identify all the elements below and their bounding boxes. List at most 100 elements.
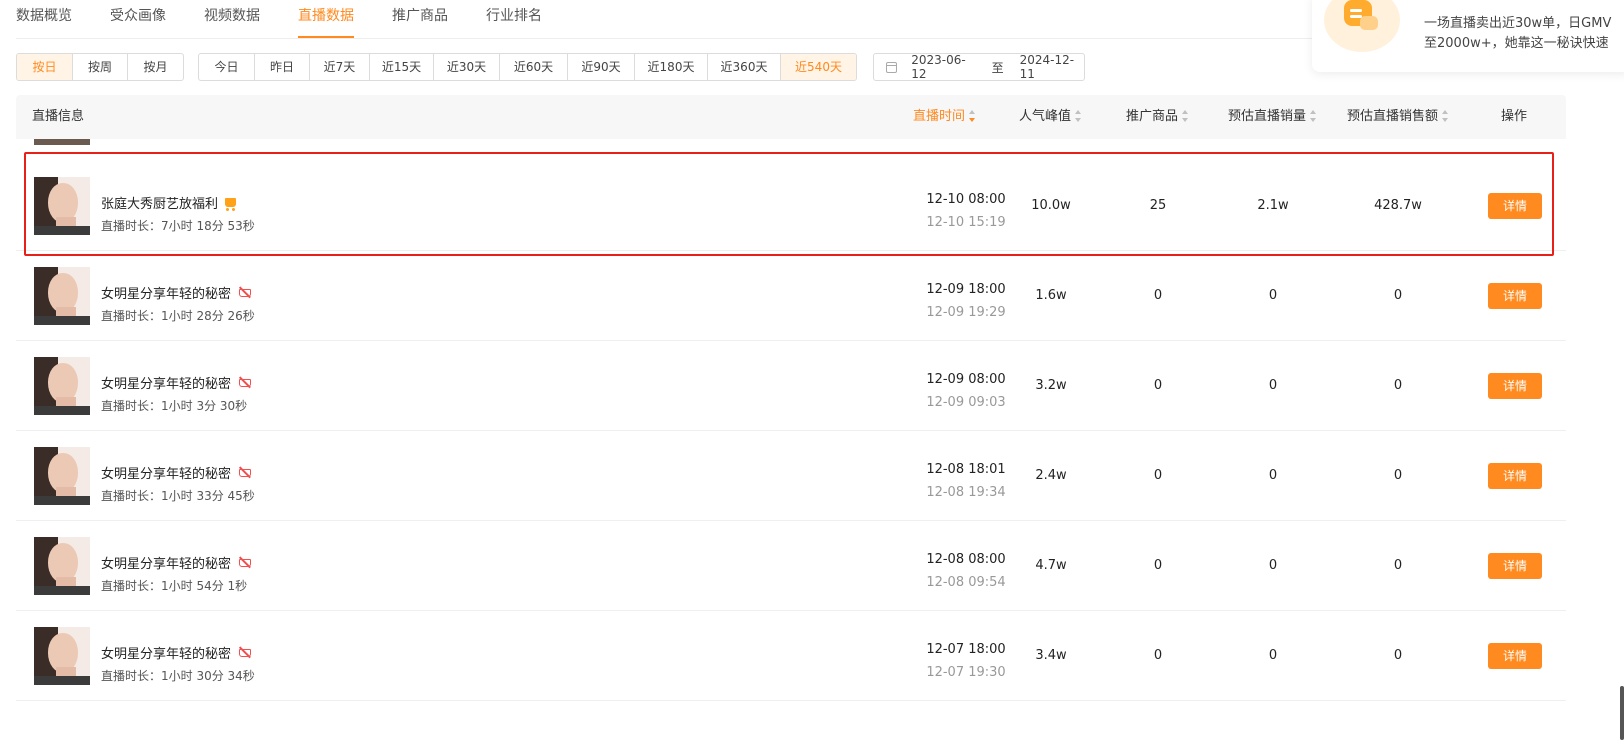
est-sales-volume-value: 0: [1268, 288, 1278, 303]
thumbnail-caption: [34, 586, 90, 595]
est-sales-volume-value: 0: [1268, 378, 1278, 393]
scrollbar[interactable]: [1620, 686, 1624, 740]
live-title[interactable]: 女明星分享年轻的秘密: [101, 283, 231, 302]
live-cover-thumbnail[interactable]: [34, 357, 90, 415]
live-cover-thumbnail[interactable]: [34, 537, 90, 595]
live-cover-thumbnail[interactable]: [34, 627, 90, 685]
detail-button[interactable]: 详情: [1488, 463, 1542, 489]
column-live-time[interactable]: 直播时间: [913, 95, 976, 139]
peak-popularity-value: 2.4w: [1035, 468, 1067, 483]
live-cover-thumbnail[interactable]: [34, 447, 90, 505]
live-duration: 直播时长：1小时 54分 1秒: [101, 579, 248, 593]
live-title[interactable]: 张庭大秀厨艺放福利: [101, 193, 218, 212]
thumbnail-caption: [34, 316, 90, 325]
est-sales-volume-value: 0: [1268, 558, 1278, 573]
promoted-products-value: 0: [1153, 378, 1163, 393]
detail-button[interactable]: 详情: [1488, 553, 1542, 579]
range-selector: 今日 昨日 近7天 近15天 近30天 近60天 近90天 近180天 近360…: [198, 53, 857, 81]
sort-icon[interactable]: [969, 109, 976, 122]
column-action: 操作: [1501, 109, 1528, 124]
live-title-line: 女明星分享年轻的秘密: [101, 463, 252, 482]
promoted-products-value: 0: [1153, 468, 1163, 483]
no-cart-icon: [238, 556, 252, 569]
range-30d-button[interactable]: 近30天: [434, 54, 500, 80]
tab-live-data[interactable]: 直播数据: [298, 0, 354, 38]
range-yesterday-button[interactable]: 昨日: [255, 54, 310, 80]
table-row[interactable]: 张庭大秀厨艺放福利 直播时长：7小时 18分 53秒 12-10 08:00 12-1…: [16, 161, 1566, 251]
detail-button[interactable]: 详情: [1488, 643, 1542, 669]
est-sales-amount-value: 0: [1393, 648, 1403, 663]
live-title[interactable]: 女明星分享年轻的秘密: [101, 553, 231, 572]
column-peak-label: 人气峰值: [1019, 109, 1072, 124]
column-promoted-products[interactable]: 推广商品: [1126, 95, 1189, 139]
column-est-sales-volume[interactable]: 预估直播销量: [1228, 95, 1317, 139]
peak-popularity-value: 3.4w: [1035, 648, 1067, 663]
sort-icon[interactable]: [1075, 109, 1082, 122]
live-title[interactable]: 女明星分享年轻的秘密: [101, 643, 231, 662]
range-60d-button[interactable]: 近60天: [500, 54, 568, 80]
detail-button[interactable]: 详情: [1488, 373, 1542, 399]
table-row[interactable]: 女明星分享年轻的秘密 直播时长：1小时 3分 30秒 12-09 08:00 12-0…: [16, 341, 1566, 431]
table-row[interactable]: 女明星分享年轻的秘密 直播时长：1小时 33分 45秒 12-08 18:01 12-…: [16, 431, 1566, 521]
detail-button[interactable]: 详情: [1488, 193, 1542, 219]
column-est-sales-amount[interactable]: 预估直播销售额: [1347, 95, 1449, 139]
sort-icon[interactable]: [1310, 109, 1317, 122]
period-day-button[interactable]: 按日: [17, 54, 73, 80]
peak-popularity-value: 3.2w: [1035, 378, 1067, 393]
period-week-button[interactable]: 按周: [73, 54, 128, 80]
range-540d-button[interactable]: 近540天: [781, 54, 856, 80]
chat-bubble-secondary-icon: [1360, 16, 1378, 30]
live-cover-thumbnail[interactable]: [34, 177, 90, 235]
no-cart-icon: [238, 286, 252, 299]
range-180d-button[interactable]: 近180天: [635, 54, 708, 80]
tab-promoted-products[interactable]: 推广商品: [392, 0, 448, 38]
live-title-line: 女明星分享年轻的秘密: [101, 283, 252, 302]
column-sales-volume-label: 预估直播销量: [1228, 109, 1307, 124]
est-sales-amount-value: 0: [1393, 558, 1403, 573]
column-sales-amount-label: 预估直播销售额: [1347, 109, 1439, 124]
no-cart-icon: [238, 376, 252, 389]
table-row[interactable]: 女明星分享年轻的秘密 直播时长：1小时 54分 1秒 12-08 08:00 12-0…: [16, 521, 1566, 611]
live-title-line: 女明星分享年轻的秘密: [101, 553, 252, 572]
column-peak-popularity[interactable]: 人气峰值: [1019, 95, 1082, 139]
date-range-picker[interactable]: 2023-06-12 至 2024-12-11: [873, 53, 1085, 81]
est-sales-amount-value: 0: [1393, 468, 1403, 483]
promo-text: 一场直播卖出近30w单，日GMV 至2000w+，她靠这一秘诀快速: [1424, 14, 1624, 54]
range-7d-button[interactable]: 近7天: [310, 54, 370, 80]
table-row[interactable]: 女明星分享年轻的秘密 直播时长：1小时 28分 26秒 12-09 18:00 12-…: [16, 251, 1566, 341]
promo-card[interactable]: 一场直播卖出近30w单，日GMV 至2000w+，她靠这一秘诀快速: [1312, 0, 1624, 72]
live-title-line: 女明星分享年轻的秘密: [101, 373, 252, 392]
est-sales-amount-value: 0: [1393, 288, 1403, 303]
date-start[interactable]: 2023-06-12: [911, 53, 975, 81]
previous-row-thumbnail: [34, 139, 90, 145]
tab-video-data[interactable]: 视频数据: [204, 0, 260, 38]
peak-popularity-value: 10.0w: [1031, 198, 1071, 213]
est-sales-amount-value: 0: [1393, 378, 1403, 393]
sort-icon[interactable]: [1442, 109, 1449, 122]
range-15d-button[interactable]: 近15天: [370, 54, 434, 80]
thumbnail-caption: [34, 226, 90, 235]
range-360d-button[interactable]: 近360天: [708, 54, 781, 80]
thumbnail-caption: [34, 406, 90, 415]
range-today-button[interactable]: 今日: [199, 54, 255, 80]
promo-line-1: 一场直播卖出近30w单，日GMV: [1424, 16, 1612, 31]
calendar-icon: [886, 61, 898, 73]
range-90d-button[interactable]: 近90天: [568, 54, 635, 80]
live-title[interactable]: 女明星分享年轻的秘密: [101, 373, 231, 392]
tab-audience[interactable]: 受众画像: [110, 0, 166, 38]
column-products-label: 推广商品: [1126, 109, 1179, 124]
live-title[interactable]: 女明星分享年轻的秘密: [101, 463, 231, 482]
live-title-line: 女明星分享年轻的秘密: [101, 643, 252, 662]
table-row[interactable]: 女明星分享年轻的秘密 直播时长：1小时 30分 34秒 12-07 18:00 12-…: [16, 611, 1566, 701]
promo-line-2: 至2000w+，她靠这一秘诀快速: [1424, 36, 1609, 51]
live-cover-thumbnail[interactable]: [34, 267, 90, 325]
sort-icon[interactable]: [1182, 109, 1189, 122]
tab-overview[interactable]: 数据概览: [16, 0, 72, 38]
thumbnail-caption: [34, 496, 90, 505]
date-end[interactable]: 2024-12-11: [1020, 53, 1084, 81]
detail-button[interactable]: 详情: [1488, 283, 1542, 309]
tab-industry-ranking[interactable]: 行业排名: [486, 0, 542, 38]
est-sales-volume-value: 2.1w: [1257, 198, 1289, 213]
period-month-button[interactable]: 按月: [128, 54, 183, 80]
live-duration: 直播时长：7小时 18分 53秒: [101, 219, 255, 233]
